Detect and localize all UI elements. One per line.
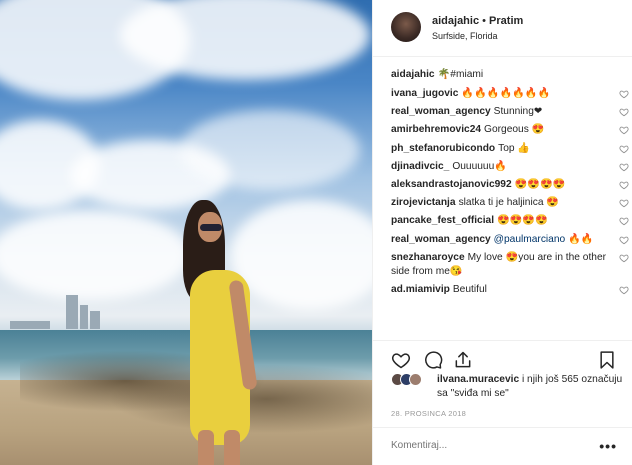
share-icon[interactable] xyxy=(453,350,473,370)
comment-like-heart-icon[interactable] xyxy=(619,144,629,154)
location-link[interactable]: Surfside, Florida xyxy=(432,31,498,41)
caption-username[interactable]: aidajahic xyxy=(391,69,435,80)
post-photo[interactable] xyxy=(0,0,372,465)
caption-text: 🌴#miami xyxy=(437,69,484,80)
comment-row: ivana_jugovic 🔥🔥🔥🔥🔥🔥🔥 xyxy=(391,87,629,101)
comment-text: Gorgeous 😍 xyxy=(484,124,545,136)
comment-row: djinadivcic_ Ouuuuuu🔥 xyxy=(391,160,629,174)
header-separator: • xyxy=(479,15,490,27)
comment-icon[interactable] xyxy=(423,350,443,370)
building xyxy=(66,295,78,329)
comment-username[interactable]: ivana_jugovic xyxy=(391,88,458,99)
cloud xyxy=(180,110,360,190)
comment-like-heart-icon[interactable] xyxy=(619,125,629,135)
comment-row: snezhanaroyce My love 😍you are in the oth… xyxy=(391,251,629,279)
comment-username[interactable]: aleksandrastojanovic992 xyxy=(391,179,512,190)
comment-like-heart-icon[interactable] xyxy=(619,107,629,117)
header-username-row: aidajahic • Pratim xyxy=(432,15,523,27)
leg xyxy=(198,430,214,465)
comment-like-heart-icon[interactable] xyxy=(619,216,629,226)
comment-text: 🔥🔥 xyxy=(568,233,594,245)
comment-username[interactable]: ad.miamivip xyxy=(391,284,450,295)
comment-row: real_woman_agency Stunning❤ xyxy=(391,105,629,119)
comment-mention[interactable]: @paulmarciano xyxy=(494,234,566,245)
cloud xyxy=(0,210,190,300)
post-date[interactable]: 28. PROSINCA 2018 xyxy=(391,409,466,418)
comment-username[interactable]: ph_stefanorubicondo xyxy=(391,143,495,154)
comment-row: ph_stefanorubicondo Top 👍 xyxy=(391,142,629,156)
building xyxy=(10,321,50,329)
comment-text: slatka ti je haljinica 😍 xyxy=(458,197,560,209)
comment-like-heart-icon[interactable] xyxy=(619,89,629,99)
comment-row: zirojevictanja slatka ti je haljinica 😍 xyxy=(391,196,629,210)
comment-text: Stunning❤ xyxy=(493,106,543,118)
comment-text: Ouuuuuu🔥 xyxy=(452,160,507,172)
header-username[interactable]: aidajahic xyxy=(432,15,479,27)
woman-in-yellow-dress xyxy=(178,200,268,465)
comment-input[interactable] xyxy=(391,440,591,451)
avatar[interactable] xyxy=(391,12,421,42)
action-bar xyxy=(373,340,632,376)
comment-row: pancake_fest_official 😍😍😍😍 xyxy=(391,214,629,228)
comment-row: real_woman_agency @paulmarciano 🔥🔥 xyxy=(391,233,629,247)
comment-row: aleksandrastojanovic992 😍😍😍😍 xyxy=(391,178,629,192)
comment-like-heart-icon[interactable] xyxy=(619,253,629,263)
comment-username[interactable]: real_woman_agency xyxy=(391,234,491,245)
more-options-icon[interactable]: ••• xyxy=(599,438,617,454)
comment-username[interactable]: snezhanaroyce xyxy=(391,252,465,263)
comment-row: ad.miamivip Beutiful xyxy=(391,283,629,297)
liker-avatars[interactable] xyxy=(391,373,422,386)
comment-like-heart-icon[interactable] xyxy=(619,235,629,245)
comment-text: Beutiful xyxy=(452,283,487,295)
follow-status-button[interactable]: Pratim xyxy=(489,15,523,27)
comments-list: aidajahic 🌴#miami ivana_jugovic 🔥🔥🔥🔥🔥🔥🔥 rea… xyxy=(391,68,629,301)
comment-like-heart-icon[interactable] xyxy=(619,180,629,190)
building xyxy=(90,311,100,329)
comment-text: 😍😍😍😍 xyxy=(514,178,566,190)
liker-avatar xyxy=(409,373,422,386)
likes-summary: ilvana.muracevic i njih još 565 označuju… xyxy=(391,373,629,399)
comment-username[interactable]: zirojevictanja xyxy=(391,197,456,208)
sunglasses xyxy=(200,224,222,231)
comment-text: 😍😍😍😍 xyxy=(497,215,548,227)
bookmark-icon[interactable] xyxy=(597,350,617,370)
likes-username[interactable]: ilvana.muracevic xyxy=(437,374,519,385)
building xyxy=(80,305,88,329)
instagram-post: aidajahic • Pratim Surfside, Florida aid… xyxy=(0,0,632,465)
post-header: aidajahic • Pratim Surfside, Florida xyxy=(373,0,632,57)
comment-like-heart-icon[interactable] xyxy=(619,162,629,172)
comment-username[interactable]: pancake_fest_official xyxy=(391,215,494,226)
comment-username[interactable]: real_woman_agency xyxy=(391,106,491,117)
heart-icon[interactable] xyxy=(391,350,411,370)
comment-text: Top 👍 xyxy=(498,142,531,154)
comment-text: 🔥🔥🔥🔥🔥🔥🔥 xyxy=(461,88,551,99)
post-side-panel: aidajahic • Pratim Surfside, Florida aid… xyxy=(372,0,632,465)
comment-like-heart-icon[interactable] xyxy=(619,198,629,208)
caption: aidajahic 🌴#miami xyxy=(391,68,629,82)
comment-username[interactable]: djinadivcic_ xyxy=(391,161,449,172)
comment-username[interactable]: amirbehremovic24 xyxy=(391,124,481,135)
leg xyxy=(224,430,240,465)
comment-row: amirbehremovic24 Gorgeous 😍 xyxy=(391,123,629,137)
add-comment-bar: ••• xyxy=(373,427,632,465)
comment-like-heart-icon[interactable] xyxy=(619,285,629,295)
likes-text: ilvana.muracevic i njih još 565 označuju… xyxy=(437,373,627,401)
